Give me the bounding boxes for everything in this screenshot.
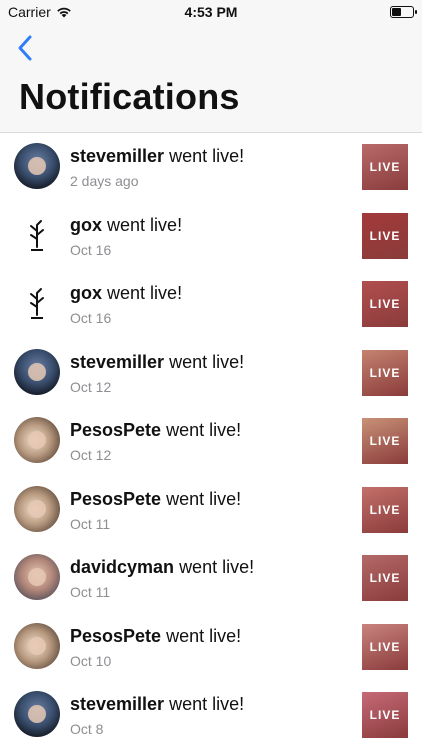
notification-row[interactable]: PesosPete went live! Oct 10 LIVE [0,612,422,681]
live-thumbnail[interactable]: LIVE [362,486,408,533]
username[interactable]: gox [70,283,102,303]
face-shape [28,499,46,518]
notification-row[interactable]: davidcyman went live! Oct 11 LIVE [0,543,422,612]
face-shape [28,636,46,655]
avatar[interactable] [14,417,60,463]
went-live-text: went live! [179,557,255,577]
live-badge: LIVE [369,571,401,585]
live-badge: LIVE [369,639,401,654]
avatar[interactable] [14,211,60,258]
face-shape [28,431,46,449]
notification-row[interactable]: stevemiller went live! 2 days ago LIVE [0,132,422,201]
username[interactable]: stevemiller [70,146,164,166]
avatar[interactable] [14,485,60,532]
went-live-text: went live! [166,625,242,646]
battery-icon [390,6,417,18]
face-shape [28,568,46,586]
went-live-text: went live! [169,146,245,166]
live-badge: LIVE [369,708,401,722]
avatar[interactable] [14,280,60,326]
carrier-label: Carrier [8,4,51,20]
went-live-text: went live! [107,214,183,235]
username[interactable]: PesosPete [70,626,161,646]
live-thumbnail[interactable]: LIVE [362,349,408,396]
username[interactable]: stevemiller [70,352,164,372]
live-thumbnail[interactable]: LIVE [362,623,408,670]
timestamp: Oct 11 [70,515,111,532]
timestamp: Oct 16 [70,310,112,326]
page-title: Notifications [19,76,240,117]
live-thumbnail[interactable]: LIVE [362,418,408,464]
timestamp: Oct 12 [70,447,112,463]
went-live-text: went live! [169,351,245,372]
live-badge: LIVE [369,228,401,243]
gox-logo-icon [30,288,44,319]
live-thumbnail[interactable]: LIVE [362,212,408,259]
gox-logo-icon [30,219,44,251]
timestamp: Oct 12 [70,378,112,395]
status-bar: Carrier 4:53 PM [0,0,422,24]
wifi-icon [56,7,71,18]
went-live-text: went live! [166,488,242,509]
notification-row[interactable]: gox went live! Oct 16 LIVE [0,269,422,338]
face-shape [28,705,46,723]
username[interactable]: gox [70,215,102,235]
live-thumbnail[interactable]: LIVE [362,144,408,190]
went-live-text: went live! [166,420,242,440]
notification-row[interactable]: stevemiller went live! Oct 12 LIVE [0,338,422,407]
timestamp: Oct 8 [70,721,104,737]
username[interactable]: PesosPete [70,489,161,509]
avatar[interactable] [14,622,60,669]
navigation-bar: Notifications [0,24,422,133]
notification-list: stevemiller went live! 2 days ago LIVE g… [0,132,422,749]
live-badge: LIVE [369,434,401,448]
timestamp: Oct 16 [70,241,112,258]
notification-row[interactable]: gox went live! Oct 16 LIVE [0,201,422,270]
went-live-text: went live! [169,694,245,714]
notification-row[interactable]: PesosPete went live! Oct 12 LIVE [0,406,422,475]
avatar[interactable] [14,348,60,395]
username[interactable]: PesosPete [70,420,161,440]
live-thumbnail[interactable]: LIVE [362,555,408,601]
face-shape [28,362,46,381]
notification-row[interactable]: stevemiller went live! Oct 8 LIVE [0,680,422,749]
went-live-text: went live! [107,283,183,303]
live-thumbnail[interactable]: LIVE [362,281,408,327]
face-shape [28,157,46,175]
username[interactable]: davidcyman [70,557,174,577]
avatar[interactable] [14,554,60,600]
timestamp: Oct 10 [70,652,112,669]
live-badge: LIVE [369,297,401,311]
timestamp: Oct 11 [70,584,111,600]
notification-row[interactable]: PesosPete went live! Oct 11 LIVE [0,475,422,544]
username[interactable]: stevemiller [70,694,164,714]
live-thumbnail[interactable]: LIVE [362,692,408,738]
timestamp: 2 days ago [70,173,139,189]
live-badge: LIVE [369,160,401,174]
back-chevron-icon[interactable] [14,34,38,62]
live-badge: LIVE [369,365,401,380]
live-badge: LIVE [369,502,401,517]
avatar[interactable] [14,691,60,737]
avatar[interactable] [14,143,60,189]
